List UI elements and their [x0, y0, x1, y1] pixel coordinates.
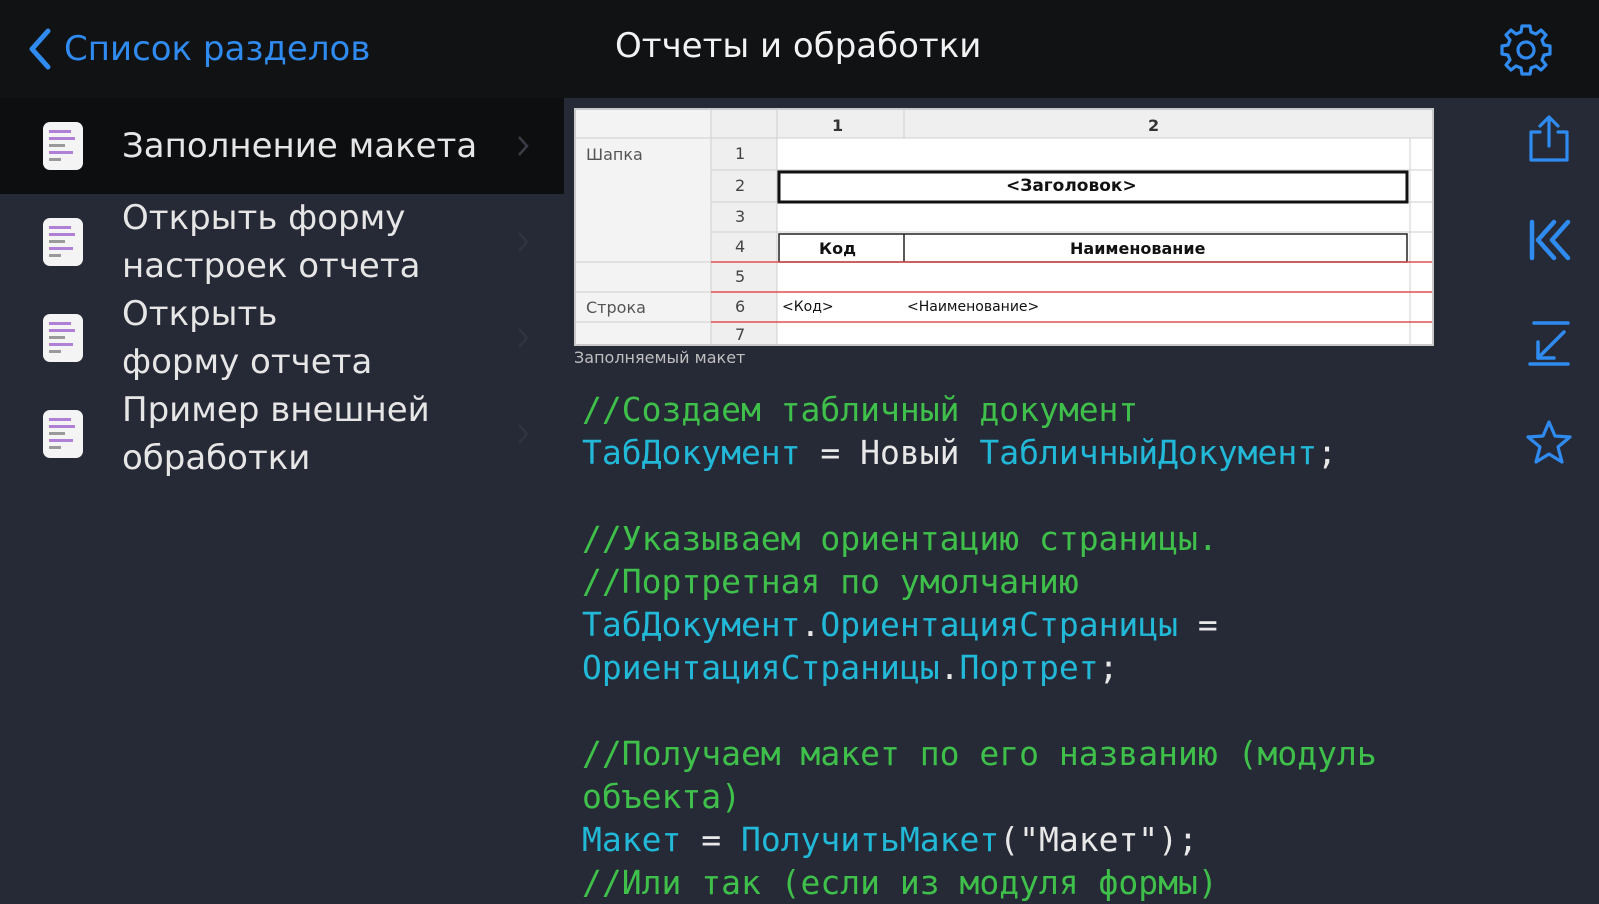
code-identifier: ТабДокумент — [582, 433, 801, 472]
sidebar-item-label: Пример внешней обработки — [122, 390, 430, 478]
row-number-5: 5 — [735, 267, 746, 286]
sidebar-item-open-report-form[interactable]: Открыть форму отчета — [0, 290, 564, 386]
star-icon[interactable] — [1524, 418, 1574, 468]
sidebar-item-label: Открыть форму настроек отчета — [122, 198, 421, 286]
chevron-left-icon — [29, 28, 51, 70]
code-punctuation: ; — [1098, 648, 1119, 687]
code-identifier: ОриентацияСтраницы — [582, 648, 940, 687]
code-comment: //Получаем макет по его названию (модуль — [582, 734, 1377, 773]
code-string: ("Макет"); — [999, 820, 1198, 859]
page-title: Отчеты и обработки — [615, 26, 982, 66]
image-caption: Заполняемый макет — [574, 348, 746, 367]
code-comment: //Или так (если из модуля формы) — [582, 863, 1218, 902]
name-parameter: <Наименование> — [907, 299, 1040, 315]
code-comment: //Указываем ориентацию страницы. — [582, 519, 1218, 558]
chevron-right-icon — [518, 136, 529, 156]
download-icon[interactable] — [1524, 318, 1574, 368]
code-comment: объекта) — [582, 777, 741, 816]
right-toolbar — [1499, 98, 1599, 900]
code-parameter: <Код> — [782, 299, 834, 315]
row-number-1: 1 — [735, 144, 746, 163]
sidebar-item-label: Открыть форму отчета — [122, 294, 373, 382]
code-document-icon — [43, 218, 83, 266]
sidebar-item-open-settings-form[interactable]: Открыть форму настроек отчета — [0, 194, 564, 290]
code-identifier: ТабличныйДокумент — [979, 433, 1318, 472]
row-number-2: 2 — [735, 176, 746, 195]
code-document-icon — [43, 122, 83, 170]
first-page-icon[interactable] — [1524, 216, 1574, 266]
code-identifier: ТабДокумент — [582, 605, 801, 644]
back-button-label: Список разделов — [64, 29, 371, 69]
title-parameter: <Заголовок> — [1006, 176, 1137, 196]
code-identifier: Портрет — [959, 648, 1099, 687]
code-punctuation: . — [800, 605, 821, 644]
code-comment: //Создаем табличный документ — [582, 390, 1139, 429]
code-document-icon — [43, 410, 83, 458]
code-identifier: Макет — [582, 820, 682, 859]
code-operator: = — [1178, 605, 1218, 644]
sidebar-item-fill-template[interactable]: Заполнение макета — [0, 98, 564, 194]
code-block: //Создаем табличный документ ТабДокумент… — [582, 388, 1377, 904]
app-window: Список разделов Отчеты и обработки Запол… — [0, 0, 1599, 902]
sidebar: Заполнение макета Открыть форму настроек… — [0, 98, 564, 900]
template-screenshot: 1 2 Шапка Строка 1 2 3 4 5 6 7 <Заголово… — [574, 108, 1434, 346]
chevron-right-icon — [518, 328, 529, 348]
share-icon[interactable] — [1524, 114, 1574, 164]
sidebar-item-external-processing-example[interactable]: Пример внешней обработки — [0, 386, 564, 482]
code-document-icon — [43, 314, 83, 362]
column-header-2: 2 — [1148, 116, 1160, 135]
content-area: 1 2 Шапка Строка 1 2 3 4 5 6 7 <Заголово… — [564, 98, 1499, 902]
navigation-bar: Список разделов Отчеты и обработки — [0, 0, 1599, 98]
row-number-4: 4 — [735, 237, 746, 256]
back-button[interactable]: Список разделов — [26, 20, 370, 78]
code-identifier: ПолучитьМакет — [740, 820, 1000, 859]
row-number-3: 3 — [735, 207, 746, 226]
code-comment: //Портретная по умолчанию — [582, 562, 1079, 601]
column-title-name: Наименование — [1070, 239, 1206, 258]
sidebar-item-label: Заполнение макета — [122, 126, 478, 166]
column-title-code: Код — [819, 239, 856, 258]
column-header-1: 1 — [832, 116, 844, 135]
area-label-header: Шапка — [586, 145, 643, 164]
code-punctuation: ; — [1317, 433, 1337, 472]
chevron-right-icon — [518, 232, 529, 252]
code-identifier: ОриентацияСтраницы — [820, 605, 1179, 644]
code-punctuation: . — [939, 648, 960, 687]
gear-icon[interactable] — [1498, 22, 1554, 78]
chevron-right-icon — [518, 424, 529, 444]
code-operator: = Новый — [800, 433, 980, 472]
area-label-row: Строка — [586, 298, 646, 317]
row-number-7: 7 — [735, 325, 746, 344]
row-number-6: 6 — [735, 297, 746, 316]
code-operator: = — [681, 820, 741, 859]
